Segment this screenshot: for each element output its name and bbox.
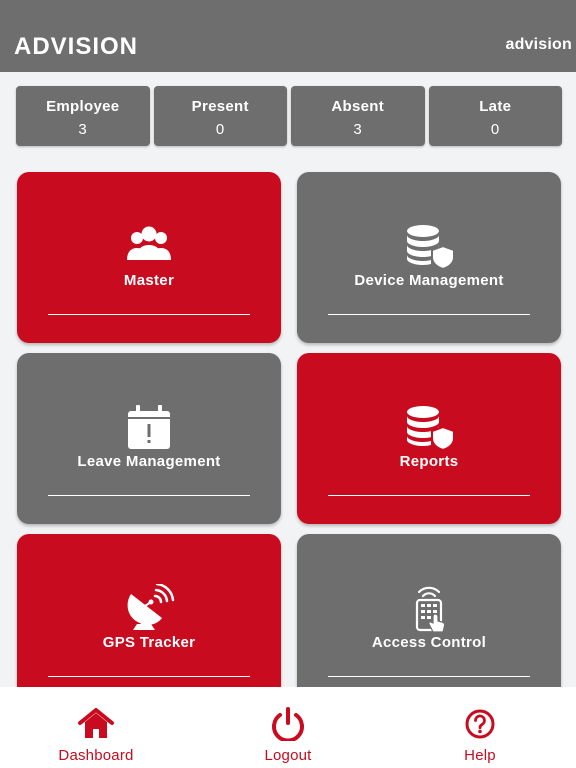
- tile-divider: [328, 676, 530, 677]
- database-shield-icon: [407, 406, 455, 451]
- attendance-stats: Employee 3 Present 0 Absent 3 Late 0: [16, 86, 562, 146]
- nav-logout[interactable]: Logout: [192, 687, 384, 768]
- stat-value: 3: [353, 121, 363, 138]
- advision-logo: ADVISION: [14, 33, 138, 60]
- stat-late[interactable]: Late 0: [428, 86, 562, 146]
- nav-help[interactable]: Help: [384, 687, 576, 768]
- stat-label: Late: [479, 98, 512, 115]
- tile-divider: [48, 495, 250, 496]
- stat-absent[interactable]: Absent 3: [291, 86, 425, 146]
- nav-label: Help: [464, 747, 496, 764]
- svg-text:ADVISION: ADVISION: [14, 33, 138, 60]
- nav-label: Dashboard: [58, 747, 134, 764]
- tile-leave-management[interactable]: Leave Management: [17, 353, 281, 524]
- nav-label: Logout: [264, 747, 312, 764]
- tile-label: Reports: [399, 453, 459, 470]
- tile-label: Master: [123, 272, 175, 289]
- tile-divider: [328, 314, 530, 315]
- tile-divider: [328, 495, 530, 496]
- tile-gps-tracker[interactable]: GPS Tracker: [17, 534, 281, 705]
- tile-device-management[interactable]: Device Management: [297, 172, 561, 343]
- stat-employee[interactable]: Employee 3: [16, 86, 150, 146]
- tile-access-control[interactable]: Access Control: [297, 534, 561, 705]
- nav-dashboard[interactable]: Dashboard: [0, 687, 192, 768]
- stat-value: 0: [215, 121, 225, 138]
- stat-present[interactable]: Present 0: [153, 86, 287, 146]
- tile-divider: [48, 314, 250, 315]
- tile-reports[interactable]: Reports: [297, 353, 561, 524]
- users-group-icon: [127, 226, 171, 260]
- help-icon: [465, 709, 495, 739]
- tile-label: Access Control: [371, 634, 487, 651]
- tile-divider: [48, 676, 250, 677]
- tile-label: GPS Tracker: [102, 634, 196, 651]
- bottom-nav: Dashboard Logout Help: [0, 687, 576, 768]
- tile-label: Leave Management: [77, 453, 221, 470]
- database-shield-icon: [407, 225, 455, 270]
- stat-label: Absent: [331, 98, 385, 115]
- stat-value: 0: [490, 121, 500, 138]
- header-username[interactable]: advision: [505, 36, 572, 54]
- app-header: ADVISION advision: [0, 0, 576, 72]
- home-icon: [78, 708, 114, 738]
- stat-label: Present: [191, 98, 249, 115]
- tile-master[interactable]: Master: [17, 172, 281, 343]
- satellite-dish-icon: [127, 584, 175, 630]
- stat-label: Employee: [46, 98, 120, 115]
- calendar-alert-icon: [128, 405, 170, 449]
- power-icon: [272, 707, 304, 741]
- keypad-touch-icon: [415, 586, 446, 632]
- stat-value: 3: [78, 121, 88, 138]
- tile-label: Device Management: [354, 272, 504, 289]
